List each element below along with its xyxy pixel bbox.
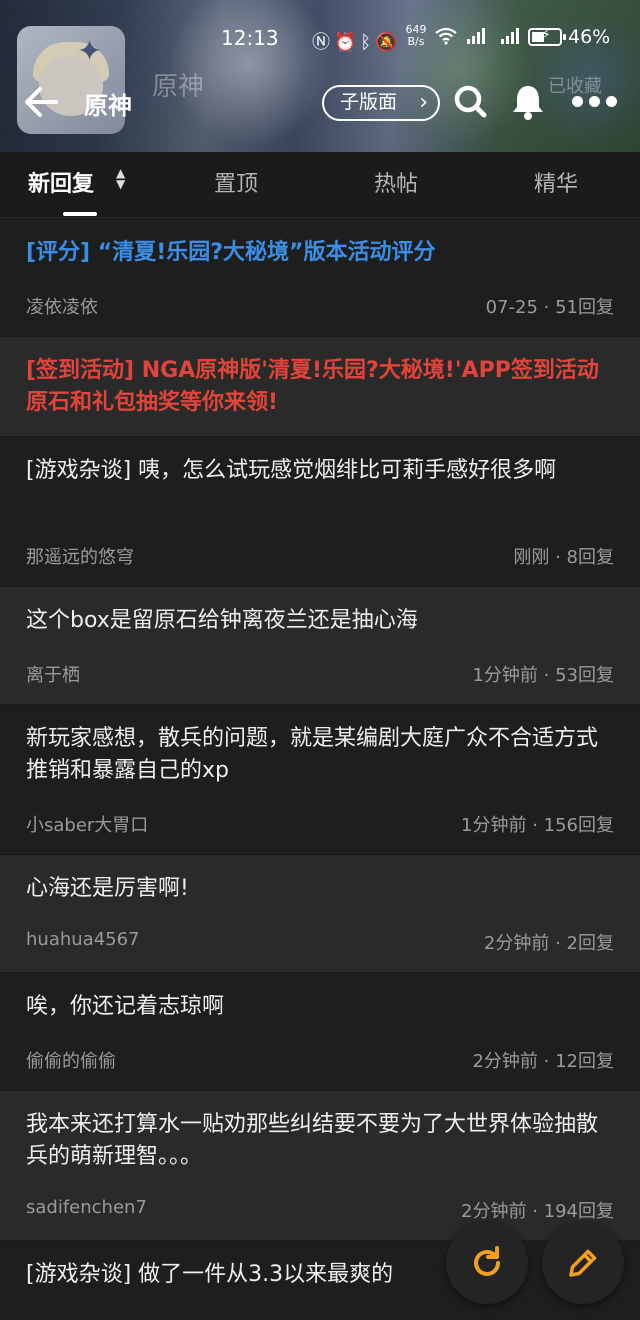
post-time: 1分钟前	[472, 665, 538, 686]
signal-icons	[434, 26, 525, 51]
post-replies: 2回复	[566, 933, 614, 954]
post-item[interactable]: 心海还是厉害啊! huahua4567 2分钟前 · 2回复	[0, 855, 640, 973]
chevron-right-icon: ›	[419, 90, 428, 115]
post-title: [游戏杂谈] 做了一件从3.3以来最爽的	[26, 1262, 394, 1287]
nav-bar: 原神 子版面 ›	[0, 76, 640, 130]
more-options-button[interactable]	[572, 90, 626, 114]
bluetooth-icon: ᛒ	[360, 32, 376, 53]
post-meta: 2分钟前 · 2回复	[484, 929, 614, 955]
mute-bell-icon: 🔕	[375, 32, 402, 53]
post-replies: 12回复	[555, 1051, 614, 1072]
sub-board-label: 子版面	[340, 91, 398, 113]
tab-featured[interactable]: 精华	[534, 166, 578, 198]
status-time: 12:13	[221, 26, 279, 50]
meta-separator: ·	[549, 547, 567, 568]
tab-label: 新回复	[28, 172, 95, 197]
meta-separator: ·	[526, 1201, 544, 1222]
alarm-icon: ⏰	[334, 32, 361, 53]
post-title: 这个box是留原石给钟离夜兰还是抽心海	[26, 608, 418, 633]
post-replies: 194回复	[543, 1201, 614, 1222]
post-author: sadifenchen7	[26, 1197, 147, 1218]
meta-separator: ·	[537, 665, 556, 686]
notification-button[interactable]	[510, 82, 546, 122]
post-title: [评分] “清夏!乐园?大秘境”版本活动评分	[26, 240, 436, 265]
tab-pinned[interactable]: 置顶	[214, 166, 258, 198]
more-dot-icon	[589, 96, 600, 107]
refresh-icon	[474, 1246, 500, 1276]
post-meta: 1分钟前 · 156回复	[461, 811, 614, 837]
back-button[interactable]	[22, 84, 62, 120]
post-meta: 2分钟前 · 194回复	[461, 1197, 614, 1223]
post-author: huahua4567	[26, 929, 140, 950]
battery-icon: ⚡	[528, 27, 566, 46]
meta-separator: ·	[537, 297, 556, 318]
post-item[interactable]: 这个box是留原石给钟离夜兰还是抽心海 离于栖 1分钟前 · 53回复	[0, 587, 640, 705]
post-time: 2分钟前	[472, 1051, 538, 1072]
post-meta: 1分钟前 · 53回复	[472, 661, 614, 687]
more-dot-icon	[606, 96, 617, 107]
meta-separator: ·	[526, 815, 544, 836]
post-item[interactable]: 我本来还打算水一贴劝那些纠结要不要为了大世界体验抽散兵的萌新理智。。。 sadi…	[0, 1091, 640, 1241]
post-replies: 8回复	[566, 547, 614, 568]
post-title: [游戏杂谈] 咦，怎么试玩感觉烟绯比可莉手感好很多啊	[26, 458, 557, 483]
search-icon	[454, 85, 487, 118]
post-title: [签到活动] NGA原神版'清夏!乐园?大秘境!'APP签到活动 原石和礼包抽奖…	[26, 358, 599, 415]
post-list: [评分] “清夏!乐园?大秘境”版本活动评分 凌依凌依 07-25 · 51回复…	[0, 219, 640, 1320]
network-speed-unit: B/s	[407, 35, 425, 48]
post-author: 那遥远的悠穹	[26, 547, 134, 568]
post-time: 刚刚	[513, 547, 550, 568]
post-title: 唉，你还记着志琼啊	[26, 994, 225, 1019]
active-tab-indicator	[63, 212, 97, 216]
nfc-icon: Ⓝ	[312, 32, 334, 53]
post-meta: 刚刚 · 8回复	[513, 543, 614, 569]
tab-new-replies[interactable]: 新回复 ▲ ▼	[28, 166, 125, 198]
page-title: 原神	[84, 92, 132, 120]
status-bar: 12:13 Ⓝ⏰ᛒ🔕 649 B/s ⚡ 46%	[0, 22, 640, 56]
tab-hot[interactable]: 热帖	[374, 166, 418, 198]
search-button[interactable]	[452, 82, 488, 122]
bell-icon	[513, 86, 543, 120]
post-meta: 07-25 · 51回复	[486, 293, 614, 319]
sub-board-button[interactable]: 子版面 ›	[322, 85, 440, 121]
post-time: 07-25	[485, 297, 538, 318]
cell-signal-icon	[467, 28, 486, 44]
post-item[interactable]: [评分] “清夏!乐园?大秘境”版本活动评分 凌依凌依 07-25 · 51回复	[0, 219, 640, 337]
post-author: 偷偷的偷偷	[26, 1051, 116, 1072]
meta-separator: ·	[549, 933, 567, 954]
post-replies: 51回复	[555, 297, 614, 318]
post-author: 离于栖	[26, 665, 80, 686]
board-header: ✦ 原神 已收藏 12:13 Ⓝ⏰ᛒ🔕 649 B/s ⚡ 46% 原神 子版面…	[0, 0, 640, 152]
post-item[interactable]: [游戏杂谈] 咦，怎么试玩感觉烟绯比可莉手感好很多啊 那遥远的悠穹 刚刚 · 8…	[0, 437, 640, 587]
post-time: 1分钟前	[461, 815, 527, 836]
charging-bolt-icon: ⚡	[541, 27, 551, 43]
post-meta: 2分钟前 · 12回复	[472, 1047, 614, 1073]
back-arrow-icon	[25, 87, 58, 117]
battery-percent: 46%	[568, 26, 611, 48]
post-time: 2分钟前	[461, 1201, 527, 1222]
pencil-icon	[569, 1249, 597, 1277]
status-icons: Ⓝ⏰ᛒ🔕	[312, 28, 402, 54]
post-item[interactable]: 唉，你还记着志琼啊 偷偷的偷偷 2分钟前 · 12回复	[0, 973, 640, 1091]
new-post-button[interactable]	[542, 1222, 624, 1304]
meta-separator: ·	[537, 1051, 556, 1072]
more-dot-icon	[572, 96, 583, 107]
sort-toggle-icon[interactable]: ▲ ▼	[116, 167, 128, 190]
tab-bar: 新回复 ▲ ▼ 置顶 热帖 精华	[0, 152, 640, 218]
post-title: 我本来还打算水一贴劝那些纠结要不要为了大世界体验抽散兵的萌新理智。。。	[26, 1112, 599, 1169]
post-item[interactable]: 新玩家感想，散兵的问题，就是某编剧大庭广众不合适方式推销和暴露自己的xp 小sa…	[0, 705, 640, 855]
post-title: 新玩家感想，散兵的问题，就是某编剧大庭广众不合适方式推销和暴露自己的xp	[26, 726, 599, 783]
post-replies: 156回复	[543, 815, 614, 836]
post-time: 2分钟前	[483, 933, 550, 954]
post-author: 凌依凌依	[26, 297, 98, 318]
wifi-icon	[435, 27, 457, 45]
post-item[interactable]: [签到活动] NGA原神版'清夏!乐园?大秘境!'APP签到活动 原石和礼包抽奖…	[0, 337, 640, 437]
network-speed: 649 B/s	[404, 24, 428, 48]
post-author: 小saber大胃口	[26, 815, 149, 836]
cell-signal-icon	[500, 28, 519, 44]
post-replies: 53回复	[555, 665, 614, 686]
post-title: 心海还是厉害啊!	[26, 876, 189, 901]
refresh-button[interactable]	[446, 1222, 528, 1304]
